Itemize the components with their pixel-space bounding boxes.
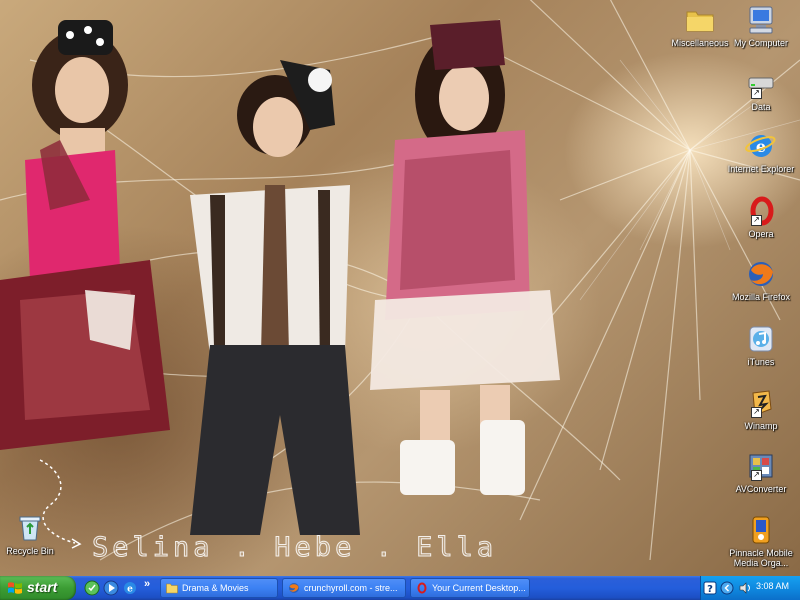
- wallpaper-name-lettering: Selina . Hebe . Ella: [91, 532, 498, 564]
- desktop-icon-pinnacle[interactable]: Pinnacle Mobile Media Orga...: [726, 514, 796, 568]
- desktop-icon-internet-explorer[interactable]: e Internet Explorer: [726, 130, 796, 174]
- firefox-icon: [749, 262, 773, 286]
- svg-text:e: e: [127, 585, 133, 595]
- desktop-wallpaper: Selina . Hebe . Ella: [0, 0, 800, 576]
- help-icon[interactable]: ?: [703, 581, 717, 595]
- desktop-icon-recycle-bin[interactable]: Recycle Bin: [0, 512, 65, 556]
- opera-icon: [417, 582, 427, 594]
- task-button-your-current-desktop[interactable]: Your Current Desktop...: [410, 578, 530, 598]
- quick-launch-more-chevron[interactable]: »: [144, 578, 150, 590]
- start-label: start: [27, 579, 58, 595]
- folder-icon: [686, 11, 714, 32]
- taskbar-clock[interactable]: 3:08 AM: [756, 581, 789, 591]
- internet-explorer-quick-icon[interactable]: e: [122, 580, 138, 596]
- shortcut-arrow-icon: ↗: [751, 88, 762, 99]
- volume-icon[interactable]: [738, 581, 752, 595]
- itunes-icon: [749, 326, 773, 352]
- figure-left: [0, 20, 170, 450]
- show-desktop-icon[interactable]: [84, 580, 100, 596]
- recycle-bin-icon: [19, 516, 41, 541]
- desktop-icon-winamp[interactable]: ↗ Winamp: [726, 387, 796, 431]
- svg-text:?: ?: [707, 584, 713, 595]
- desktop-icon-my-computer[interactable]: My Computer: [726, 4, 796, 48]
- desktop-icon-miscellaneous[interactable]: Miscellaneous: [665, 4, 735, 48]
- task-button-drama-movies[interactable]: Drama & Movies: [160, 578, 278, 598]
- ie-icon: e: [745, 135, 776, 157]
- firefox-icon: [289, 583, 299, 593]
- desktop-icon-itunes[interactable]: iTunes: [726, 323, 796, 367]
- shortcut-arrow-icon: ↗: [751, 470, 762, 481]
- desktop-icon-avconverter[interactable]: ↗ AVConverter: [726, 450, 796, 494]
- media-player-icon[interactable]: [103, 580, 119, 596]
- start-button[interactable]: start: [0, 576, 76, 600]
- figure-middle: [190, 60, 360, 535]
- windows-logo-icon: [8, 582, 22, 594]
- desktop-icon-mozilla-firefox[interactable]: Mozilla Firefox: [726, 258, 796, 302]
- shortcut-arrow-icon: ↗: [751, 215, 762, 226]
- taskbar: start e » Drama & Movies crunchyroll.com…: [0, 576, 800, 600]
- desktop-icon-data[interactable]: ↗ Data: [726, 68, 796, 112]
- computer-icon: [749, 6, 773, 34]
- pinnacle-icon: [752, 516, 770, 544]
- quick-launch: e »: [82, 576, 156, 600]
- figure-right: [370, 20, 560, 495]
- task-button-crunchyroll[interactable]: crunchyroll.com - stre...: [282, 578, 406, 598]
- desktop-icon-opera[interactable]: ↗ Opera: [726, 195, 796, 239]
- hide-inactive-icons-chevron-icon[interactable]: [720, 581, 734, 595]
- shortcut-arrow-icon: ↗: [751, 407, 762, 418]
- folder-icon: [166, 583, 178, 594]
